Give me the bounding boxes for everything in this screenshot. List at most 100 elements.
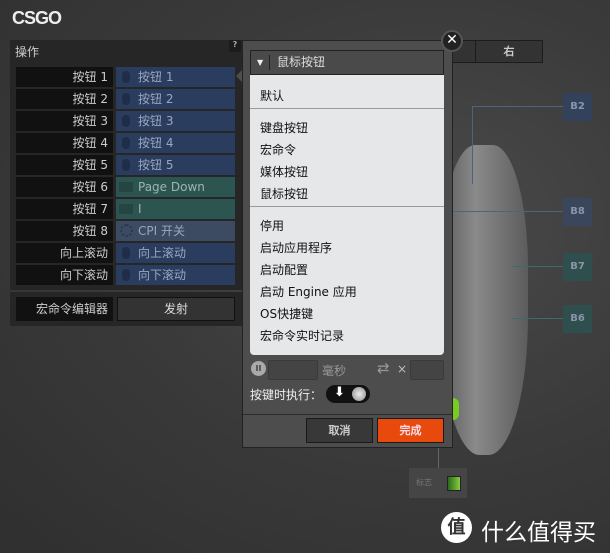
repeat-count-input[interactable] [410, 360, 444, 380]
mouse-icon [122, 93, 130, 105]
mouse-icon [122, 137, 130, 149]
mouse-icon [122, 269, 130, 281]
logo-label: 标志 [416, 478, 432, 487]
pause-icon[interactable]: II [251, 361, 266, 376]
mouse-icon [122, 71, 130, 83]
divider [243, 414, 452, 415]
dropdown-arrow-icon: ▼ [257, 58, 264, 67]
button-label: 向下滚动 [16, 265, 113, 285]
connector-line [438, 448, 439, 468]
button-label: 按钮 5 [16, 155, 113, 175]
divider [269, 55, 270, 70]
device-button-b7[interactable]: B7 [563, 253, 592, 281]
watermark-text: 什么值得买 [481, 520, 596, 546]
keyboard-icon [119, 204, 133, 214]
arrow-down-icon: ⬇ [334, 385, 345, 400]
delay-input[interactable] [268, 360, 318, 380]
macro-fire-button[interactable]: 发射 [117, 297, 235, 321]
binding-row[interactable]: 按钮 6 Page Down [16, 177, 235, 197]
button-label: 按钮 1 [16, 67, 113, 87]
repeat-icon[interactable]: ⇄ [377, 359, 390, 377]
binding-value[interactable]: I [116, 199, 235, 219]
binding-value[interactable]: Page Down [116, 177, 235, 197]
dropdown-value: 鼠标按钮 [277, 55, 326, 69]
popup-pointer [236, 70, 242, 82]
binding-value[interactable]: 按钮 2 [116, 89, 235, 109]
profile-title: CSGO [12, 8, 62, 28]
connector-line [472, 106, 563, 107]
binding-value[interactable]: 按钮 1 [116, 67, 235, 87]
close-icon[interactable]: ✕ [441, 30, 463, 52]
panel-header: 操作 [15, 45, 40, 59]
dropdown-menu: 默认键盘按钮宏命令媒体按钮鼠标按钮停用启动应用程序 启动配置启动 Engine 应… [250, 75, 444, 355]
connector-line [512, 318, 563, 319]
binding-value[interactable]: CPI 开关 [116, 221, 235, 241]
toggle-knob [352, 387, 366, 401]
binding-text: Page Down [138, 180, 205, 194]
binding-value[interactable]: 向上滚动 [116, 243, 235, 263]
binding-type-dropdown[interactable]: ▼ 鼠标按钮 [250, 50, 444, 75]
repeat-x-label: × [397, 362, 408, 376]
binding-row[interactable]: 按钮 8 CPI 开关 [16, 221, 235, 241]
device-button-b8[interactable]: B8 [563, 198, 592, 226]
mouse-icon [122, 247, 130, 259]
connector-line [452, 211, 563, 212]
keyboard-icon [119, 182, 133, 192]
connector-line [472, 106, 473, 184]
cpi-gauge-icon [120, 224, 133, 237]
help-button[interactable]: ? [229, 40, 241, 52]
binding-value[interactable]: 向下滚动 [116, 265, 235, 285]
menu-divider [250, 206, 444, 207]
watermark-logo: 值 [441, 512, 472, 543]
binding-value[interactable]: 按钮 3 [116, 111, 235, 131]
binding-row[interactable]: 按钮 4 按钮 4 [16, 133, 235, 153]
binding-row[interactable]: 向上滚动 向上滚动 [16, 243, 235, 263]
device-button-b2[interactable]: B2 [563, 93, 592, 121]
binding-text: 按钮 1 [138, 70, 174, 84]
binding-row[interactable]: 向下滚动 向下滚动 [16, 265, 235, 285]
binding-row[interactable]: 按钮 7 I [16, 199, 235, 219]
binding-row[interactable]: 按钮 2 按钮 2 [16, 89, 235, 109]
binding-text: 按钮 5 [138, 158, 174, 172]
menu-item[interactable]: 停用 [260, 217, 284, 234]
logo-color-icon [447, 476, 461, 491]
menu-item[interactable]: 鼠标按钮 [260, 185, 308, 202]
menu-divider [250, 108, 444, 109]
button-label: 按钮 7 [16, 199, 113, 219]
binding-row[interactable]: 按钮 5 按钮 5 [16, 155, 235, 175]
menu-item[interactable]: 宏命令实时记录 [260, 327, 344, 344]
menu-item[interactable]: 启动 Engine 应用 [260, 283, 357, 300]
button-label: 向上滚动 [16, 243, 113, 263]
binding-row[interactable]: 按钮 3 按钮 3 [16, 111, 235, 131]
binding-row[interactable]: 按钮 1 按钮 1 [16, 67, 235, 87]
done-button[interactable]: 完成 [377, 418, 444, 443]
menu-item[interactable]: OS快捷键 [260, 305, 313, 322]
button-label: 按钮 6 [16, 177, 113, 197]
binding-text: 向上滚动 [138, 246, 187, 260]
menu-item[interactable]: 键盘按钮 [260, 119, 308, 136]
macro-editor-label: 宏命令编辑器 [16, 297, 113, 321]
exec-label: 按键时执行： [250, 388, 323, 402]
binding-text: 按钮 4 [138, 136, 174, 150]
device-button-b6[interactable]: B6 [563, 305, 592, 333]
menu-item[interactable]: 默认 [260, 87, 284, 104]
menu-item[interactable]: 启动配置 [260, 261, 308, 278]
menu-item[interactable]: 启动应用程序 [260, 239, 332, 256]
binding-text: I [138, 202, 142, 216]
binding-value[interactable]: 按钮 5 [116, 155, 235, 175]
connector-line [512, 266, 563, 267]
button-label: 按钮 2 [16, 89, 113, 109]
menu-item[interactable]: 媒体按钮 [260, 163, 308, 180]
binding-text: CPI 开关 [138, 224, 185, 238]
binding-value[interactable]: 按钮 4 [116, 133, 235, 153]
binding-text: 向下滚动 [138, 268, 187, 282]
ms-label: 毫秒 [322, 364, 347, 378]
mouse-icon [122, 159, 130, 171]
tab-right[interactable]: 右 [475, 40, 543, 63]
binding-text: 按钮 3 [138, 114, 174, 128]
button-label: 按钮 8 [16, 221, 113, 241]
cancel-button[interactable]: 取消 [306, 418, 373, 443]
mouse-icon [122, 115, 130, 127]
press-release-toggle[interactable]: ⬇ [326, 385, 370, 403]
menu-item[interactable]: 宏命令 [260, 141, 296, 158]
